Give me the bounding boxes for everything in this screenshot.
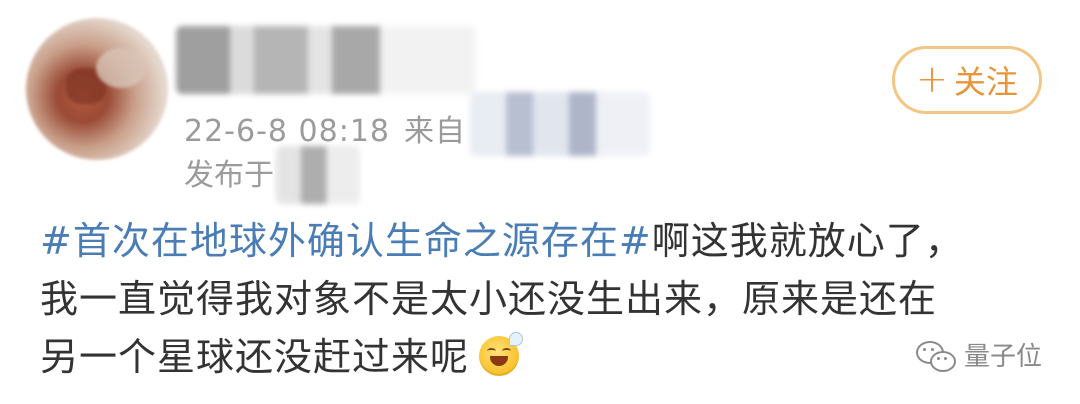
post-body-text: 另一个星球还没赶过来呢 xyxy=(40,335,470,379)
post-timestamp: 22-6-8 08:18 xyxy=(184,114,390,149)
follow-label: 关注 xyxy=(953,63,1018,101)
weibo-post-card: 22-6-8 08:18 来自 发布于 + 关注 #首次在地球外确认生命之源存在#… xyxy=(0,0,1080,404)
sweat-smile-emoji-icon xyxy=(479,332,524,378)
wechat-icon xyxy=(916,339,956,372)
topic-link[interactable]: #首次在地球外确认生命之源存在# xyxy=(40,219,652,263)
post-location-prefix: 发布于 xyxy=(184,158,274,193)
plus-icon: + xyxy=(916,57,948,101)
post-body: #首次在地球外确认生命之源存在#啊这我就放心了， 我一直觉得我对象不是太小还没生… xyxy=(40,212,1040,386)
post-body-line: #首次在地球外确认生命之源存在#啊这我就放心了， xyxy=(40,212,1040,270)
post-location-line: 发布于 xyxy=(184,150,274,194)
post-body-line: 我一直觉得我对象不是太小还没生出来，原来是还在 xyxy=(40,277,938,321)
source-redaction xyxy=(470,92,650,156)
avatar[interactable] xyxy=(26,18,168,160)
watermark: 量子位 xyxy=(916,336,1042,373)
username-redaction xyxy=(176,26,476,94)
post-meta-line: 22-6-8 08:18 来自 xyxy=(184,106,466,150)
avatar-blur-blot xyxy=(96,48,146,88)
post-body-line: 另一个星球还没赶过来呢 xyxy=(40,328,1040,386)
post-body-text: 啊这我就放心了， xyxy=(651,219,964,263)
watermark-label: 量子位 xyxy=(964,342,1043,372)
follow-button[interactable]: + 关注 xyxy=(892,46,1042,114)
post-source-prefix: 来自 xyxy=(404,114,466,149)
location-redaction xyxy=(276,146,360,204)
